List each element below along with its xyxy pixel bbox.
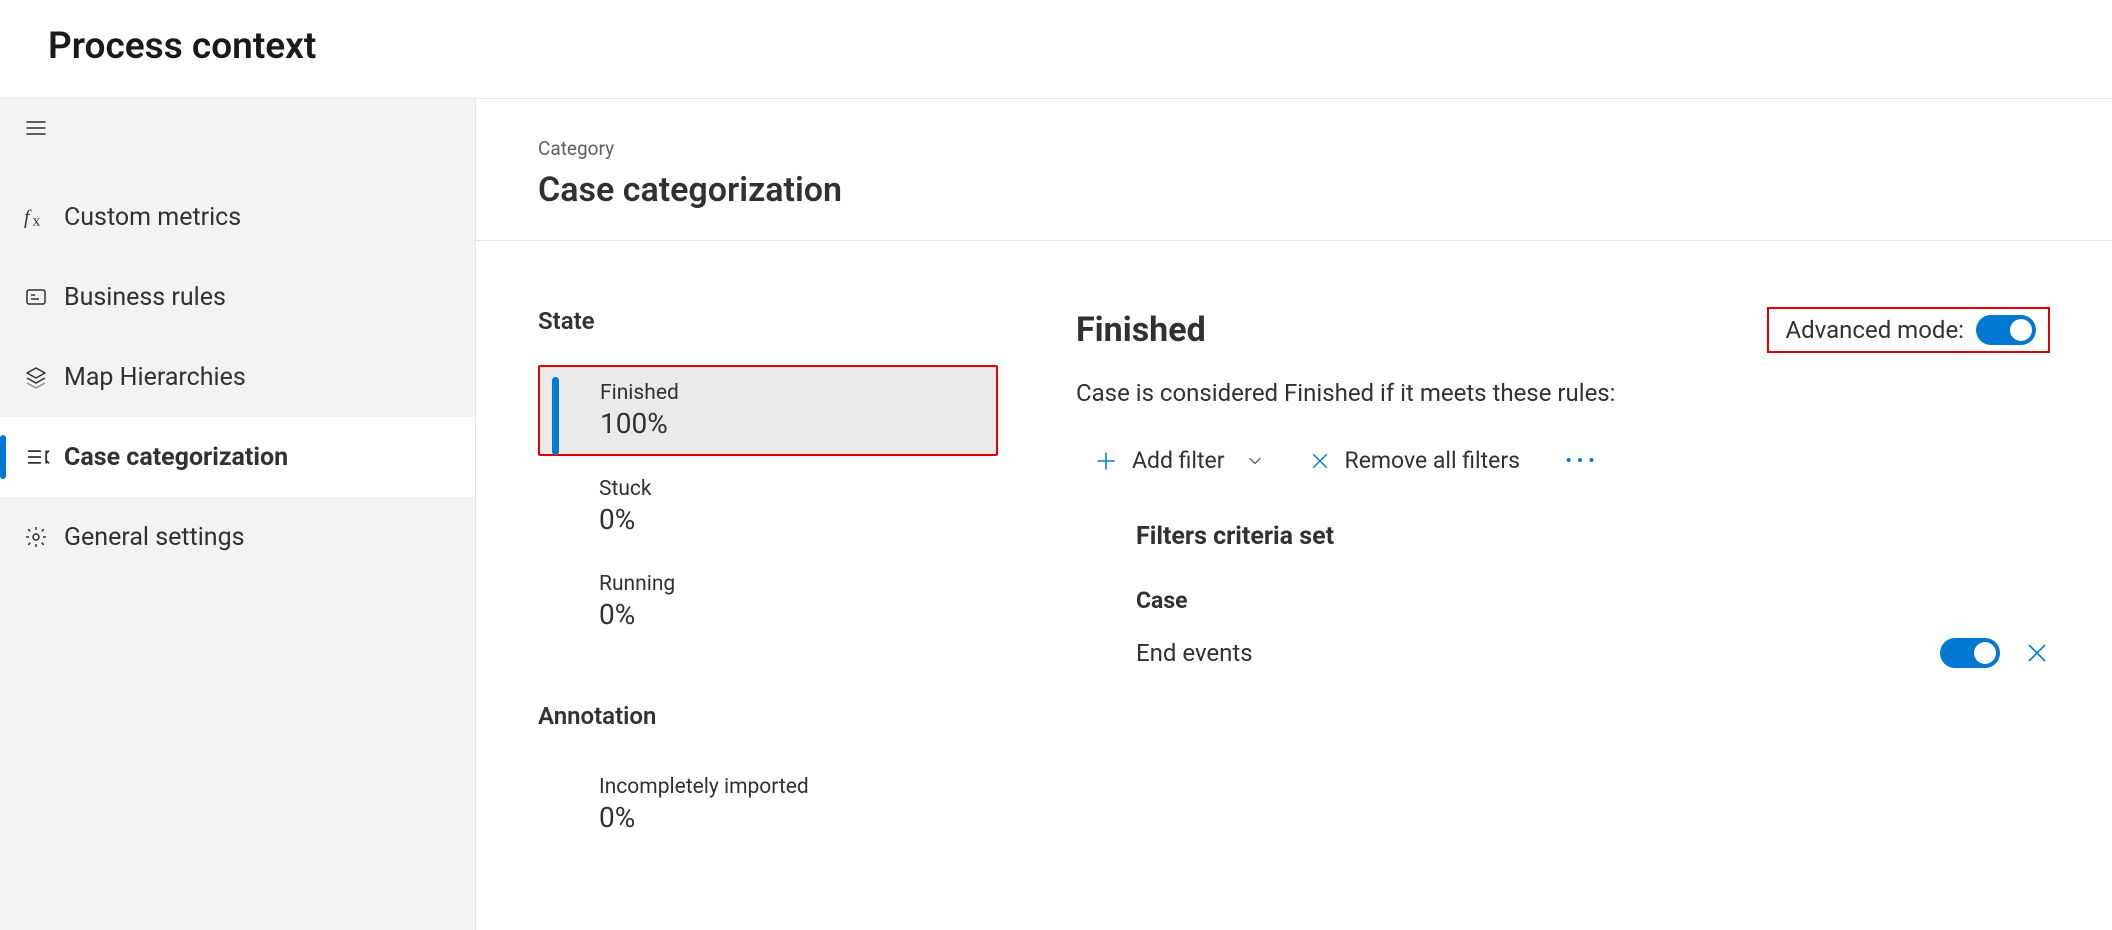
svg-text:x: x bbox=[33, 213, 41, 230]
layers-icon bbox=[24, 365, 48, 389]
state-item-running[interactable]: Running 0% bbox=[538, 557, 1076, 646]
sidebar: fx Custom metrics Business rules Map Hie… bbox=[0, 98, 476, 930]
advanced-mode-toggle[interactable] bbox=[1976, 315, 2036, 345]
detail-description: Case is considered Finished if it meets … bbox=[1076, 379, 2050, 407]
criteria-subtitle: Case bbox=[1136, 587, 2050, 614]
plus-icon bbox=[1094, 449, 1118, 473]
svg-text:f: f bbox=[24, 208, 32, 229]
breadcrumb: Category bbox=[538, 137, 2112, 160]
sidebar-item-custom-metrics[interactable]: fx Custom metrics bbox=[0, 177, 475, 257]
sidebar-item-label: Custom metrics bbox=[64, 203, 241, 232]
hamburger-menu-button[interactable] bbox=[0, 99, 475, 157]
chevron-down-icon bbox=[1245, 451, 1265, 471]
sidebar-item-general-settings[interactable]: General settings bbox=[0, 497, 475, 577]
sidebar-item-case-categorization[interactable]: Case categorization bbox=[0, 417, 475, 497]
sidebar-item-map-hierarchies[interactable]: Map Hierarchies bbox=[0, 337, 475, 417]
sidebar-item-label: Case categorization bbox=[64, 443, 288, 472]
rule-toggle[interactable] bbox=[1940, 638, 2000, 668]
annotation-name: Incompletely imported bbox=[599, 775, 1075, 799]
criteria-set-title: Filters criteria set bbox=[1136, 522, 2050, 551]
remove-all-filters-button[interactable]: Remove all filters bbox=[1309, 447, 1521, 474]
rule-name: End events bbox=[1136, 639, 1253, 667]
sidebar-item-label: Map Hierarchies bbox=[64, 363, 246, 392]
state-value: 0% bbox=[599, 503, 1075, 536]
annotation-value: 0% bbox=[599, 801, 1075, 834]
rule-delete-button[interactable] bbox=[2024, 640, 2050, 666]
add-filter-dropdown[interactable] bbox=[1245, 451, 1265, 471]
state-name: Running bbox=[599, 572, 1075, 596]
annotation-group-title: Annotation bbox=[538, 702, 1076, 730]
advanced-mode-label: Advanced mode: bbox=[1785, 316, 1964, 344]
add-filter-button[interactable]: Add filter bbox=[1094, 447, 1225, 474]
hamburger-icon bbox=[24, 116, 48, 140]
sidebar-item-label: General settings bbox=[64, 523, 245, 552]
close-icon bbox=[1309, 450, 1331, 472]
sidebar-item-business-rules[interactable]: Business rules bbox=[0, 257, 475, 337]
page-title: Process context bbox=[48, 25, 2112, 68]
state-value: 100% bbox=[600, 407, 996, 440]
state-group-title: State bbox=[538, 307, 1076, 335]
gear-icon bbox=[24, 525, 48, 549]
state-item-finished[interactable]: Finished 100% bbox=[538, 365, 998, 456]
state-item-stuck[interactable]: Stuck 0% bbox=[538, 462, 1076, 551]
main-header: Category Case categorization bbox=[476, 99, 2112, 241]
detail-title: Finished bbox=[1076, 310, 1206, 350]
main-title: Case categorization bbox=[538, 170, 2112, 210]
sidebar-item-label: Business rules bbox=[64, 283, 226, 312]
fx-icon: fx bbox=[24, 204, 50, 230]
remove-all-filters-label: Remove all filters bbox=[1345, 447, 1521, 474]
rule-row[interactable]: End events bbox=[1136, 634, 2050, 672]
close-icon bbox=[2024, 640, 2050, 666]
add-filter-label: Add filter bbox=[1132, 447, 1225, 474]
state-name: Stuck bbox=[599, 477, 1075, 501]
categorization-icon bbox=[24, 443, 52, 471]
rules-icon bbox=[24, 285, 48, 309]
state-name: Finished bbox=[600, 381, 996, 405]
annotation-item-incompletely-imported[interactable]: Incompletely imported 0% bbox=[538, 760, 1076, 849]
advanced-mode-control: Advanced mode: bbox=[1767, 307, 2050, 353]
state-value: 0% bbox=[599, 598, 1075, 631]
